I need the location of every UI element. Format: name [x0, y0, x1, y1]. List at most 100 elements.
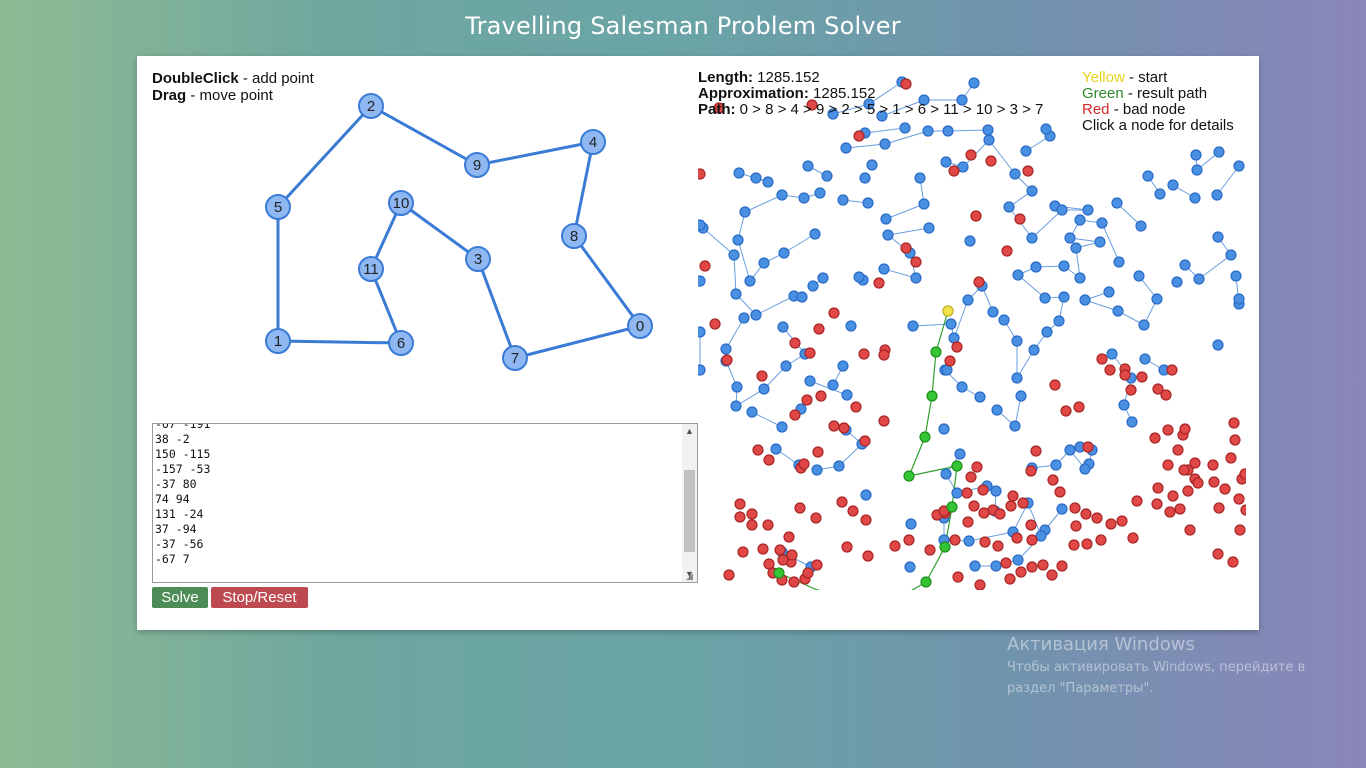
tree-node[interactable]	[1022, 165, 1034, 177]
tree-node[interactable]	[1003, 201, 1015, 213]
tree-node[interactable]	[1095, 534, 1107, 546]
tree-node[interactable]	[733, 167, 745, 179]
tree-node[interactable]	[730, 400, 742, 412]
tree-node[interactable]	[1030, 445, 1042, 457]
tree-node[interactable]	[1017, 497, 1029, 509]
tree-node[interactable]	[859, 172, 871, 184]
tree-node[interactable]	[1009, 168, 1021, 180]
tree-node[interactable]	[798, 192, 810, 204]
tree-node[interactable]	[738, 312, 750, 324]
tree-node[interactable]	[978, 507, 990, 519]
tree-node[interactable]	[762, 519, 774, 531]
tree-node[interactable]	[940, 156, 952, 168]
tree-node[interactable]	[1127, 532, 1139, 544]
textarea-scrollbar[interactable]: ▲ ▼	[682, 424, 697, 582]
tree-node[interactable]	[1025, 519, 1037, 531]
tree-node[interactable]	[1056, 204, 1068, 216]
tree-node[interactable]	[778, 247, 790, 259]
tree-node[interactable]	[1182, 485, 1194, 497]
tree-node[interactable]	[991, 404, 1003, 416]
tree-node[interactable]	[860, 514, 872, 526]
tree-node[interactable]	[840, 142, 852, 154]
tree-node[interactable]	[1125, 384, 1137, 396]
tree-node[interactable]	[903, 534, 915, 546]
tree-node[interactable]	[1160, 389, 1172, 401]
tree-node[interactable]	[924, 544, 936, 556]
tree-node[interactable]	[744, 275, 756, 287]
tree-node[interactable]	[962, 294, 974, 306]
point-node[interactable]: 8	[561, 223, 587, 249]
tree-node[interactable]	[1229, 434, 1241, 446]
tree-node[interactable]	[946, 501, 958, 513]
tree-node[interactable]	[1026, 185, 1038, 197]
tree-node[interactable]	[910, 256, 922, 268]
tree-node[interactable]	[698, 168, 706, 180]
tree-node[interactable]	[1074, 272, 1086, 284]
point-node[interactable]: 9	[464, 152, 490, 178]
tree-node[interactable]	[899, 122, 911, 134]
coordinates-textarea[interactable]: -67 -191 38 -2 150 -115 -157 -53 -37 80 74 94…	[152, 423, 698, 583]
tree-node[interactable]	[1228, 417, 1240, 429]
tree-node[interactable]	[1184, 524, 1196, 536]
tree-node[interactable]	[1151, 293, 1163, 305]
tree-node[interactable]	[1047, 474, 1059, 486]
point-node[interactable]: 1	[265, 328, 291, 354]
tree-node[interactable]	[1060, 405, 1072, 417]
tree-node[interactable]	[1225, 249, 1237, 261]
tree-node[interactable]	[994, 508, 1006, 520]
tree-node[interactable]	[721, 354, 733, 366]
tree-node[interactable]	[728, 249, 740, 261]
tree-node[interactable]	[914, 172, 926, 184]
tree-node[interactable]	[730, 288, 742, 300]
tree-node[interactable]	[954, 448, 966, 460]
tree-node[interactable]	[965, 149, 977, 161]
tree-node[interactable]	[1111, 197, 1123, 209]
tree-node[interactable]	[1070, 520, 1082, 532]
tree-node[interactable]	[813, 323, 825, 335]
tree-node[interactable]	[1179, 259, 1191, 271]
tree-node[interactable]	[985, 155, 997, 167]
tree-node[interactable]	[878, 349, 890, 361]
tree-node[interactable]	[698, 364, 706, 376]
scroll-thumb[interactable]	[684, 470, 695, 552]
resize-grip-icon[interactable]: ◢	[686, 571, 696, 581]
tree-node[interactable]	[1126, 416, 1138, 428]
tree-node[interactable]	[1056, 560, 1068, 572]
tree-node[interactable]	[1105, 518, 1117, 530]
tree-node[interactable]	[847, 505, 859, 517]
tree-node[interactable]	[777, 321, 789, 333]
solve-button[interactable]: Solve	[152, 587, 208, 608]
tree-node[interactable]	[919, 431, 931, 443]
tree-node[interactable]	[979, 536, 991, 548]
point-node[interactable]: 3	[465, 246, 491, 272]
tree-node[interactable]	[882, 229, 894, 241]
tree-node[interactable]	[992, 540, 1004, 552]
tree-node[interactable]	[837, 194, 849, 206]
tree-node[interactable]	[1213, 502, 1225, 514]
tree-node[interactable]	[1116, 515, 1128, 527]
point-node[interactable]: 7	[502, 345, 528, 371]
tree-node[interactable]	[746, 519, 758, 531]
tree-node[interactable]	[811, 559, 823, 571]
tree-node[interactable]	[807, 280, 819, 292]
tree-node[interactable]	[1014, 213, 1026, 225]
tree-node[interactable]	[1011, 372, 1023, 384]
tree-node[interactable]	[1058, 291, 1070, 303]
tree-node[interactable]	[731, 381, 743, 393]
tree-node[interactable]	[815, 390, 827, 402]
points-canvas[interactable]: 0 1 2 3 4 5 6 7 8 9 10 11	[152, 70, 692, 415]
tree-node[interactable]	[828, 420, 840, 432]
tree-node[interactable]	[1225, 452, 1237, 464]
tree-node[interactable]	[873, 277, 885, 289]
tree-node[interactable]	[750, 309, 762, 321]
tree-node[interactable]	[1179, 423, 1191, 435]
tree-node[interactable]	[889, 540, 901, 552]
tree-node[interactable]	[734, 498, 746, 510]
tree-node[interactable]	[774, 544, 786, 556]
tree-node[interactable]	[1233, 493, 1245, 505]
tree-node[interactable]	[1068, 539, 1080, 551]
tree-node[interactable]	[1074, 214, 1086, 226]
tree-node[interactable]	[699, 260, 711, 272]
tree-node[interactable]	[923, 222, 935, 234]
tree-node[interactable]	[845, 320, 857, 332]
